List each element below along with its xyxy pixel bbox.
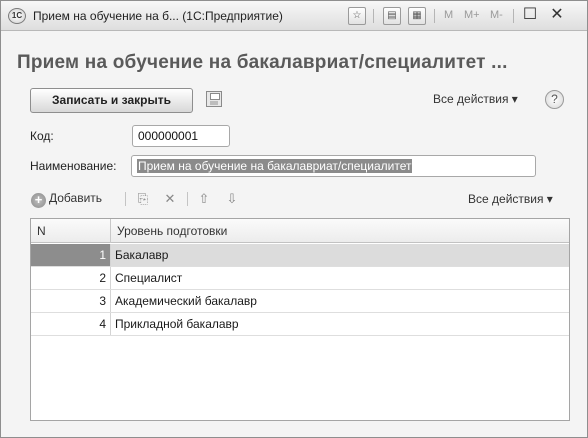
- row-level: Академический бакалавр: [115, 294, 257, 308]
- title-bar: 1С Прием на обучение на б... (1С:Предпри…: [1, 1, 587, 31]
- name-field[interactable]: Прием на обучение на бакалавриат/специал…: [131, 155, 536, 177]
- star-icon[interactable]: ☆: [348, 7, 366, 25]
- plus-circle-icon: +: [31, 193, 46, 208]
- name-value: Прием на обучение на бакалавриат/специал…: [137, 159, 413, 173]
- code-label: Код:: [30, 129, 54, 143]
- toolbar-divider: [434, 9, 435, 23]
- table-row[interactable]: 1 Бакалавр: [31, 244, 569, 267]
- name-label: Наименование:: [30, 159, 117, 173]
- code-field[interactable]: 000000001: [132, 125, 230, 147]
- row-number: 1: [31, 244, 111, 266]
- row-number: 2: [31, 267, 111, 289]
- add-label: Добавить: [49, 191, 103, 205]
- cross-icon[interactable]: ✕: [162, 191, 178, 207]
- maximize-icon[interactable]: ☐: [520, 5, 540, 25]
- toolbar-divider: [373, 9, 374, 23]
- row-level: Специалист: [115, 271, 183, 285]
- table-row[interactable]: 4 Прикладной бакалавр: [31, 313, 569, 336]
- calendar-icon[interactable]: ▦: [408, 7, 426, 25]
- row-number: 4: [31, 313, 111, 335]
- app-window: 1С Прием на обучение на б... (1С:Предпри…: [0, 0, 588, 438]
- memory-plus-button[interactable]: M+: [464, 9, 480, 21]
- all-actions-menu[interactable]: Все действия ▾: [433, 92, 518, 106]
- add-button[interactable]: + Добавить: [31, 191, 102, 208]
- save-and-close-button[interactable]: Записать и закрыть: [30, 88, 193, 113]
- window-title: Прием на обучение на б... (1С:Предприяти…: [33, 9, 283, 23]
- form-heading: Прием на обучение на бакалавриат/специал…: [17, 52, 508, 73]
- row-level: Прикладной бакалавр: [115, 317, 239, 331]
- table-row[interactable]: 3 Академический бакалавр: [31, 290, 569, 313]
- arrow-down-icon[interactable]: ⇩: [224, 191, 240, 207]
- toolbar-divider: [125, 192, 126, 206]
- row-number: 3: [31, 290, 111, 312]
- floppy-disk-icon[interactable]: [206, 91, 222, 107]
- levels-table[interactable]: N Уровень подготовки 1 Бакалавр 2 Специа…: [30, 218, 570, 421]
- table-all-actions-menu[interactable]: Все действия ▾: [468, 192, 553, 206]
- toolbar-divider: [187, 192, 188, 206]
- column-header-n[interactable]: N: [31, 219, 111, 243]
- help-icon[interactable]: ?: [545, 90, 564, 109]
- app-logo-icon[interactable]: 1С: [8, 8, 26, 24]
- code-value: 000000001: [138, 129, 199, 143]
- copy-icon[interactable]: ⎘: [135, 191, 151, 207]
- memory-m-button[interactable]: M: [444, 9, 453, 21]
- table-header: N Уровень подготовки: [31, 219, 569, 243]
- memory-minus-button[interactable]: M-: [490, 9, 503, 21]
- row-level: Бакалавр: [111, 244, 569, 266]
- table-row[interactable]: 2 Специалист: [31, 267, 569, 290]
- arrow-up-icon[interactable]: ⇧: [196, 191, 212, 207]
- calculator-icon[interactable]: ▤: [383, 7, 401, 25]
- toolbar-divider: [513, 9, 514, 23]
- column-header-level[interactable]: Уровень подготовки: [111, 219, 569, 243]
- close-icon[interactable]: ✕: [547, 5, 567, 25]
